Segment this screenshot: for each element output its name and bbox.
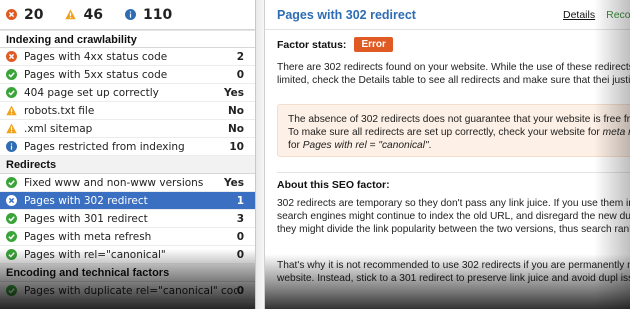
about-paragraph-1: 302 redirects are temporary so they don'…: [277, 198, 630, 235]
factor-label: Fixed www and non-www versions: [24, 176, 204, 189]
factor-label: 404 page set up correctly: [24, 86, 159, 99]
check-icon: [6, 69, 17, 80]
notice-callout: The absence of 302 redirects does not gu…: [277, 104, 630, 157]
warning-icon: [6, 105, 17, 116]
factor-label: Pages with duplicate rel="canonical" cod…: [24, 284, 237, 297]
factor-row[interactable]: Pages with 301 redirect 3: [0, 210, 255, 228]
factor-label: Pages with rel="canonical": [24, 248, 166, 261]
factor-row[interactable]: Pages with 5xx status code 0: [0, 66, 255, 84]
info-icon: [124, 9, 136, 20]
warning-icon: [65, 9, 77, 20]
section-header[interactable]: Indexing and crawlability: [0, 30, 255, 48]
factor-value: 2: [236, 50, 244, 63]
factor-label: Pages restricted from indexing: [24, 140, 185, 153]
factor-row[interactable]: .xml sitemap No: [0, 120, 255, 138]
info-count-value: 110: [142, 6, 173, 23]
error-icon: [6, 51, 17, 62]
detail-tabs: Details Reco: [563, 9, 630, 21]
tab-details[interactable]: Details: [563, 9, 595, 21]
factor-value: No: [227, 104, 244, 117]
detail-panel: Pages with 302 redirect Details Reco Fac…: [264, 0, 630, 309]
about-paragraph-2: That's why it is not recommended to use …: [277, 260, 630, 284]
factor-value: 1: [236, 194, 244, 207]
status-badge: Error: [354, 37, 393, 52]
info-icon: [6, 141, 17, 152]
check-icon: [6, 249, 17, 260]
intro-text: There are 302 redirects found on your we…: [277, 62, 630, 86]
check-icon: [6, 285, 17, 296]
factor-value: 0: [236, 230, 244, 243]
warning-count[interactable]: 46: [65, 6, 103, 23]
callout-canonical: Pages with rel = "canonical": [302, 140, 429, 151]
factor-label: Pages with meta refresh: [24, 230, 152, 243]
check-icon: [6, 87, 17, 98]
section-header[interactable]: Encoding and technical factors: [0, 264, 255, 282]
error-count-value: 20: [24, 6, 44, 23]
factor-value: 0: [236, 248, 244, 261]
check-icon: [6, 177, 17, 188]
factor-value: Yes: [223, 86, 244, 99]
check-icon: [6, 213, 17, 224]
tab-recommendations[interactable]: Reco: [606, 9, 630, 21]
factor-label: .xml sitemap: [24, 122, 93, 135]
factor-row[interactable]: Pages restricted from indexing 10: [0, 138, 255, 156]
error-icon: [6, 195, 17, 206]
factor-status: Factor status: Error: [277, 37, 393, 52]
factor-row[interactable]: robots.txt file No: [0, 102, 255, 120]
factor-row[interactable]: Pages with 4xx status code 2: [0, 48, 255, 66]
panel-splitter[interactable]: [256, 0, 264, 309]
divider: [277, 172, 630, 173]
warning-icon: [6, 123, 17, 134]
summary-bar: 20 46 110: [0, 0, 255, 30]
factor-row[interactable]: Pages with duplicate rel="canonical" cod…: [0, 282, 255, 300]
factor-row[interactable]: 404 page set up correctly Yes: [0, 84, 255, 102]
callout-text: The absence of 302 redirects does not gu…: [288, 113, 630, 152]
factor-label: Pages with 302 redirect: [24, 194, 148, 207]
factor-label: Pages with 4xx status code: [24, 50, 168, 63]
factor-value: 0: [236, 284, 244, 297]
factor-row[interactable]: Fixed www and non-www versions Yes: [0, 174, 255, 192]
factor-label: Pages with 5xx status code: [24, 68, 168, 81]
factor-value: 10: [229, 140, 244, 153]
warning-count-value: 46: [83, 6, 103, 23]
factor-value: Yes: [223, 176, 244, 189]
factor-status-label: Factor status:: [277, 38, 347, 51]
error-icon: [6, 9, 17, 20]
factor-label: Pages with 301 redirect: [24, 212, 148, 225]
left-panel: 20 46 110 Indexing and crawlability Pages…: [0, 0, 256, 309]
factor-list: Indexing and crawlability Pages with 4xx …: [0, 30, 255, 300]
detail-header: Pages with 302 redirect Details Reco: [265, 0, 630, 30]
about-title: About this SEO factor:: [277, 179, 390, 191]
section-header[interactable]: Redirects: [0, 156, 255, 174]
factor-row[interactable]: Pages with 302 redirect 1: [0, 192, 255, 210]
check-icon: [6, 231, 17, 242]
factor-value: 0: [236, 68, 244, 81]
info-count[interactable]: 110: [124, 6, 173, 23]
error-count[interactable]: 20: [6, 7, 43, 23]
factor-row[interactable]: Pages with rel="canonical" 0: [0, 246, 255, 264]
callout-meta-refresh: meta refresh: [602, 127, 630, 138]
callout-text-c: .: [428, 140, 432, 151]
factor-value: 3: [236, 212, 244, 225]
factor-row[interactable]: Pages with meta refresh 0: [0, 228, 255, 246]
detail-title: Pages with 302 redirect: [277, 7, 416, 22]
factor-label: robots.txt file: [24, 104, 95, 117]
factor-value: No: [227, 122, 244, 135]
callout-text-a: The absence of 302 redirects does not gu…: [288, 114, 630, 138]
